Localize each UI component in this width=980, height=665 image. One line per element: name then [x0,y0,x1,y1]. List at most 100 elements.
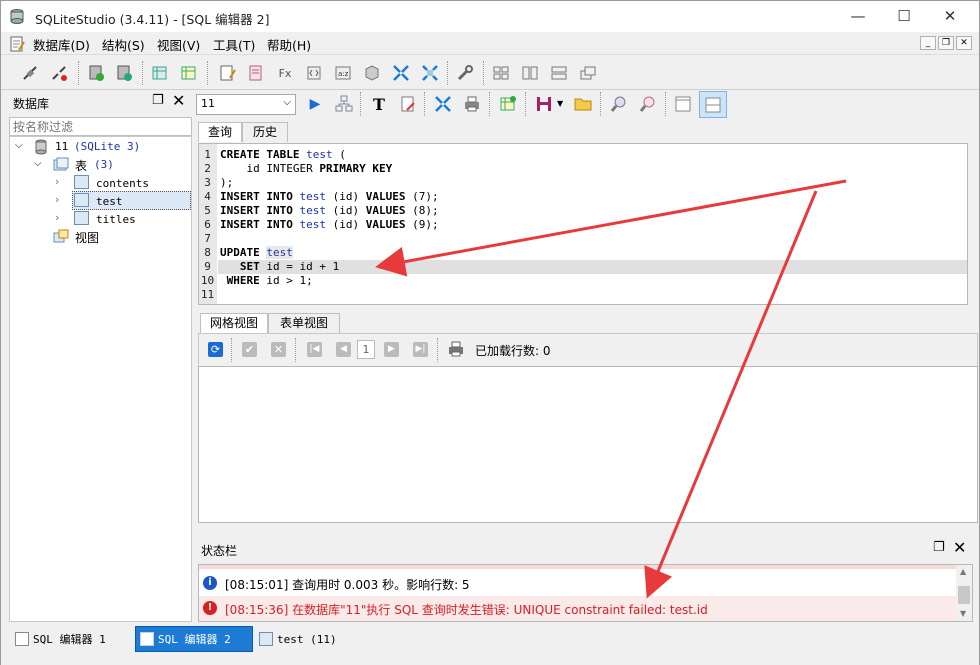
chevron-right-icon[interactable]: › [55,193,59,206]
database-combo[interactable]: 11 ⌵ [196,94,296,115]
error-icon: ! [203,601,217,615]
format-sql-icon[interactable]: T [368,93,390,115]
execute-icon[interactable]: ▶ [304,93,326,115]
open-sql-icon[interactable] [245,62,267,84]
scroll-down-icon[interactable]: ▼ [960,609,966,618]
tree-table-titles[interactable]: titles [96,213,136,226]
status-message-error[interactable]: ! [08:15:36] 在数据库"11"执行 SQL 查询时发生错误: UNI… [199,596,956,621]
results-grid[interactable] [198,366,978,523]
page-number-input[interactable]: 1 [357,340,375,359]
collation-icon[interactable] [303,62,325,84]
task-table-test[interactable]: test (11) [255,626,355,652]
tree-db-type: (SQLite 3) [74,140,141,153]
view-split-icon[interactable] [699,91,727,118]
close-panel-icon[interactable]: ✕ [953,538,966,557]
first-page-icon[interactable]: |◀ [307,342,322,357]
status-messages: i [08:15:01] 查询用时 0.003 秒。影响行数: 5 ! [08:… [198,564,973,622]
tab-history[interactable]: 历史 [242,122,288,142]
prev-page-icon[interactable]: ◀ [336,342,351,357]
mdi-close-button[interactable]: ✕ [956,36,972,50]
chevron-down-icon[interactable]: ⌵ [34,158,42,169]
refresh-results-icon[interactable]: ⟳ [208,342,223,357]
close-button[interactable]: ✕ [927,1,973,32]
sql-editor-icon[interactable] [216,62,238,84]
code-line: UPDATE test [220,246,293,259]
collapse-icon[interactable] [390,62,412,84]
open-folder-icon[interactable] [572,93,594,115]
main-toolbar: Fx a:z [1,54,979,90]
message-time: [08:15:36] [225,603,289,617]
menu-structure[interactable]: 结构(S) [102,35,145,54]
tile-windows-icon[interactable] [490,62,512,84]
task-sql-editor-1[interactable]: SQL 编辑器 1 [11,626,133,652]
chevron-right-icon[interactable]: › [55,211,59,224]
line-number: 6 [204,218,211,231]
extension-icon[interactable]: a:z [332,62,354,84]
menu-database[interactable]: 数据库(D) [33,35,90,54]
tree-db-name[interactable]: 11 [55,140,68,153]
mdi-restore-button[interactable]: ❐ [938,36,954,50]
tree-views-label[interactable]: 视图 [75,229,99,246]
tree-table-test[interactable]: test [96,195,123,208]
code-line: INSERT INTO test (id) VALUES (9); [220,218,439,231]
edit-table-icon[interactable] [178,62,200,84]
tree-selected-row[interactable] [72,191,191,210]
menu-help[interactable]: 帮助(H) [267,35,311,54]
new-table-icon[interactable] [149,62,171,84]
disconnect-icon[interactable] [48,62,70,84]
tab-form-view[interactable]: 表单视图 [268,313,340,333]
maximize-button[interactable]: ☐ [881,1,927,32]
sql-code-editor[interactable]: 1 2 3 4 5 6 7 8 9 10 11 CREATE TABLE tes… [198,143,968,305]
status-message-info[interactable]: i [08:15:01] 查询用时 0.003 秒。影响行数: 5 [199,571,956,596]
line-number: 3 [204,176,211,189]
save-icon[interactable] [533,93,555,115]
last-page-icon[interactable]: ▶| [413,342,428,357]
float-panel-icon[interactable]: ❐ [933,540,945,555]
view-tabs-icon[interactable] [672,93,694,115]
task-sql-editor-2[interactable]: SQL 编辑器 2 [135,626,253,652]
print-results-icon[interactable] [447,340,465,361]
commit-icon[interactable]: ✔ [242,342,257,357]
close-panel-icon[interactable]: ✕ [172,91,185,110]
sql-editor-icon [140,632,154,646]
mdi-minimize-button[interactable]: _ [920,36,936,50]
find-icon[interactable] [608,93,630,115]
tree-tables-label[interactable]: 表 [75,157,87,174]
explain-icon[interactable] [333,93,355,115]
tree-table-contents[interactable]: contents [96,177,149,190]
settings-wrench-icon[interactable] [454,62,476,84]
clear-editor-icon[interactable] [397,93,419,115]
menu-bar: 数据库(D) 结构(S) 视图(V) 工具(T) 帮助(H) [1,32,979,54]
menu-view[interactable]: 视图(V) [157,35,200,54]
line-number: 10 [200,274,215,287]
create-view-icon[interactable] [497,93,519,115]
cascade-icon[interactable] [577,62,599,84]
save-dropdown-icon[interactable]: ▼ [557,99,563,108]
tab-grid-view[interactable]: 网格视图 [200,313,268,333]
add-database-icon[interactable] [85,62,107,84]
name-filter-input[interactable] [9,117,192,136]
chevron-down-icon[interactable]: ⌵ [15,140,23,151]
collapse-results-icon[interactable] [432,93,454,115]
expand-icon[interactable] [419,62,441,84]
print-icon[interactable] [461,93,483,115]
menu-tools[interactable]: 工具(T) [213,35,255,54]
next-page-icon[interactable]: ▶ [384,342,399,357]
rollback-icon[interactable]: ✕ [271,342,286,357]
connect-icon[interactable] [19,62,41,84]
function-icon[interactable]: Fx [274,62,296,84]
tile-horizontal-icon[interactable] [548,62,570,84]
tab-query[interactable]: 查询 [198,122,242,142]
refresh-database-icon[interactable] [113,62,135,84]
find-next-icon[interactable] [637,93,659,115]
status-scrollbar[interactable]: ▲ ▼ [956,565,972,621]
chevron-right-icon[interactable]: › [55,175,59,188]
line-number: 5 [204,204,211,217]
tile-vertical-icon[interactable] [519,62,541,84]
status-panel-title: 状态栏 [201,544,238,558]
cube-icon[interactable] [361,62,383,84]
scroll-thumb[interactable] [958,586,970,604]
scroll-up-icon[interactable]: ▲ [960,567,966,576]
float-panel-icon[interactable]: ❐ [152,93,164,108]
minimize-button[interactable]: — [835,1,881,32]
